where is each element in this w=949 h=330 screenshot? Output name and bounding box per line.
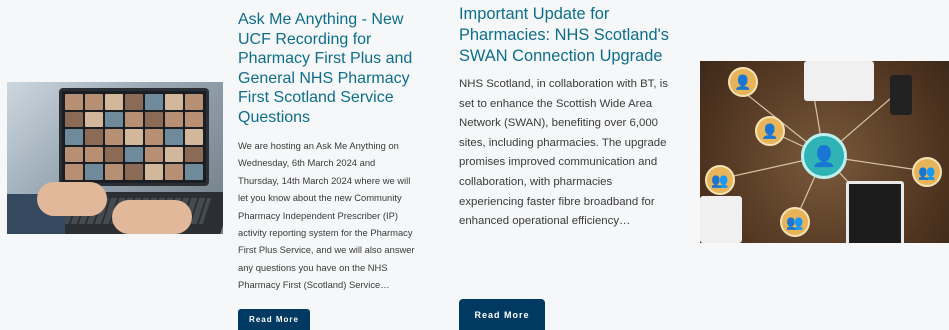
keyboard-device bbox=[700, 196, 742, 243]
card-excerpt: NHS Scotland, in collaboration with BT, … bbox=[459, 78, 668, 228]
laptop-device bbox=[804, 61, 874, 101]
read-more-button[interactable]: Read More bbox=[459, 299, 545, 330]
laptop-video-call-image[interactable] bbox=[7, 82, 223, 234]
hand-right bbox=[112, 200, 192, 234]
card-excerpt: We are hosting an Ask Me Anything on Wed… bbox=[238, 140, 415, 291]
news-card-swan: Important Update for Pharmacies: NHS Sco… bbox=[459, 4, 669, 232]
news-card-ucf: Ask Me Anything - New UCF Recording for … bbox=[238, 10, 418, 294]
video-call-grid bbox=[59, 88, 209, 186]
read-more-button[interactable]: Read More bbox=[238, 309, 310, 330]
person-icon: 👤 bbox=[755, 116, 785, 146]
phone-device bbox=[890, 75, 912, 115]
person-icon: 👤 bbox=[728, 67, 758, 97]
card-title-link[interactable]: Ask Me Anything - New UCF Recording for … bbox=[238, 10, 418, 127]
group-icon: 👥 bbox=[912, 157, 942, 187]
group-icon: 👥 bbox=[780, 207, 810, 237]
card-title-link[interactable]: Important Update for Pharmacies: NHS Sco… bbox=[459, 4, 669, 67]
hand-left bbox=[37, 182, 107, 216]
group-icon: 👥 bbox=[705, 165, 735, 195]
tablet-device bbox=[846, 181, 904, 243]
network-people-icons-image[interactable]: 👤 👤 👥 👥 👥 👤 bbox=[700, 61, 949, 243]
user-center-icon: 👤 bbox=[801, 133, 847, 179]
